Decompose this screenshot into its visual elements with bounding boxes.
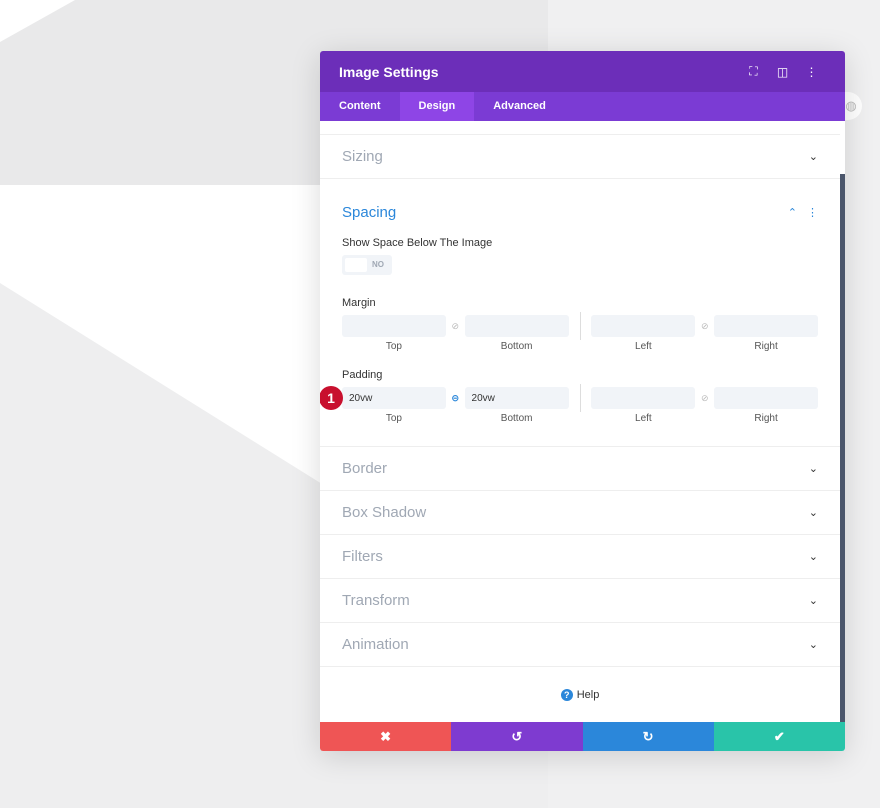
caption: Right: [754, 413, 778, 424]
caption: Top: [385, 413, 402, 424]
save-button[interactable]: ✔: [713, 722, 845, 751]
margin-bottom-input[interactable]: [464, 315, 569, 337]
caption: Right: [754, 341, 778, 352]
toggle-value: NO: [372, 260, 384, 269]
section-label: Animation: [342, 636, 409, 653]
section-label: Transform: [342, 592, 410, 609]
modal-header: Image Settings ⛶ ◫ ⋮: [320, 51, 845, 92]
caption: Bottom: [500, 413, 533, 424]
tab-content[interactable]: Content: [320, 92, 400, 121]
image-settings-modal: Image Settings ⛶ ◫ ⋮ Content Design Adva…: [320, 51, 845, 751]
chevron-down-icon: ⌄: [808, 639, 818, 651]
scrollbar[interactable]: [840, 174, 845, 722]
link-icon[interactable]: ⊘: [446, 321, 465, 332]
undo-button[interactable]: ↺: [451, 722, 583, 751]
margin-right-input[interactable]: [714, 315, 818, 337]
section-label: Border: [342, 460, 388, 477]
help-icon: ?: [560, 689, 573, 701]
section-border[interactable]: Border ⌄: [320, 447, 840, 491]
more-options-icon[interactable]: ⋮: [807, 206, 818, 219]
field-label: Margin: [342, 297, 376, 309]
fullscreen-icon[interactable]: ⛶: [739, 64, 768, 79]
section-spacing: Spacing ⌃ ⋮ Show Space Below The Image NO …: [320, 179, 840, 447]
padding-bottom-input[interactable]: [464, 387, 569, 409]
show-space-toggle[interactable]: NO: [342, 255, 392, 275]
help-link[interactable]: ? Help: [320, 667, 840, 701]
padding-left-input[interactable]: [591, 387, 696, 409]
cancel-button[interactable]: ✖: [320, 722, 452, 751]
link-icon[interactable]: ⊝: [446, 393, 465, 404]
section-box-shadow[interactable]: Box Shadow ⌄: [320, 491, 840, 535]
modal-title: Image Settings: [339, 63, 439, 80]
chevron-down-icon: ⌄: [808, 463, 818, 475]
section-label: Sizing: [342, 148, 383, 165]
more-options-icon[interactable]: ⋮: [797, 65, 826, 79]
help-label: Help: [576, 689, 600, 701]
chevron-down-icon: ⌄: [808, 595, 818, 607]
caption: Top: [385, 341, 402, 352]
padding-top-input[interactable]: [342, 387, 446, 409]
section-sizing[interactable]: Sizing ⌄: [320, 135, 840, 179]
section-filters[interactable]: Filters ⌄: [320, 535, 840, 579]
margin-top-input[interactable]: [342, 315, 446, 337]
settings-body: Sizing ⌄ Spacing ⌃ ⋮ Show Space Below The I…: [320, 121, 840, 722]
section-transform[interactable]: Transform ⌄: [320, 579, 840, 623]
modal-footer: ✖ ↺ ↻ ✔: [320, 722, 845, 751]
step-badge: 1: [320, 386, 343, 410]
split-view-icon[interactable]: ◫: [768, 65, 797, 79]
chevron-down-icon: ⌄: [808, 507, 818, 519]
section-animation[interactable]: Animation ⌄: [320, 623, 840, 667]
margin-left-input[interactable]: [591, 315, 696, 337]
caption: Bottom: [500, 341, 533, 352]
caption: Left: [635, 341, 652, 352]
field-label: Show Space Below The Image: [342, 237, 493, 249]
section-label[interactable]: Spacing: [342, 204, 788, 221]
tab-advanced[interactable]: Advanced: [474, 92, 565, 121]
link-icon[interactable]: ⊘: [695, 321, 714, 332]
tab-design[interactable]: Design: [399, 92, 475, 121]
padding-right-input[interactable]: [714, 387, 818, 409]
section-label: Filters: [342, 548, 383, 565]
caption: Left: [635, 413, 652, 424]
chevron-up-icon[interactable]: ⌃: [788, 206, 797, 219]
field-label: Padding: [342, 369, 383, 381]
link-icon[interactable]: ⊘: [695, 393, 714, 404]
chevron-down-icon: ⌄: [808, 151, 818, 163]
chevron-down-icon: ⌄: [808, 551, 818, 563]
section-label: Box Shadow: [342, 504, 427, 521]
tab-bar: Content Design Advanced: [320, 92, 845, 121]
redo-button[interactable]: ↻: [582, 722, 714, 751]
